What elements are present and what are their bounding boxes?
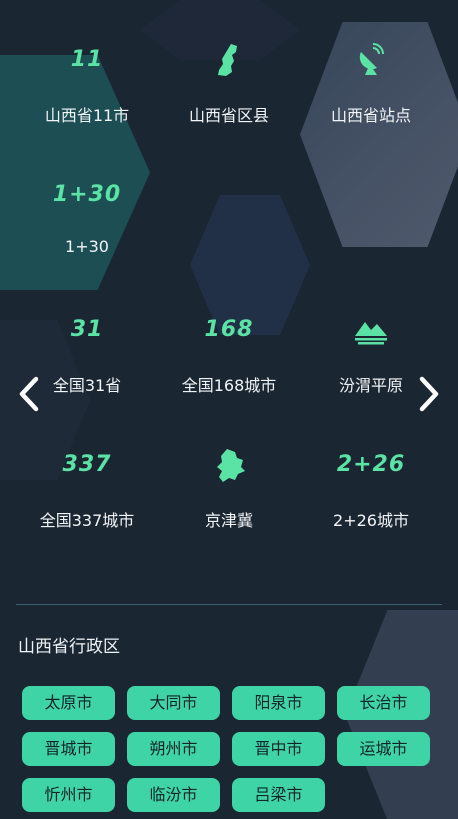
tile-value: 168	[204, 317, 254, 342]
tile-national-168[interactable]: 168 全国168城市	[158, 310, 300, 396]
city-chip[interactable]: 长治市	[337, 686, 430, 720]
tile-1-30[interactable]: 1+30 1+30	[16, 175, 158, 256]
tile-label: 山西省区县	[188, 106, 269, 125]
tile-label: 京津冀	[204, 511, 253, 530]
city-chip[interactable]: 朔州市	[127, 732, 220, 766]
tile-value: 2+26	[336, 452, 406, 477]
section-divider	[16, 604, 442, 605]
prev-arrow-icon[interactable]	[14, 376, 44, 412]
tile-label: 山西省11市	[44, 106, 130, 125]
plain-mountain-icon	[300, 310, 442, 350]
tile-2-26-cities[interactable]: 2+26 2+26城市	[300, 445, 442, 531]
city-chip[interactable]: 太原市	[22, 686, 115, 720]
tile-label: 1+30	[65, 237, 109, 256]
shanxi-map-icon	[158, 40, 300, 80]
next-arrow-icon[interactable]	[414, 376, 444, 412]
tile-label: 全国337城市	[39, 511, 135, 530]
tile-shanxi-11-cities[interactable]: 11 山西省11市	[16, 40, 158, 126]
city-chip[interactable]: 忻州市	[22, 778, 115, 812]
tile-jingjinji[interactable]: 京津冀	[158, 445, 300, 531]
tile-label: 全国168城市	[181, 376, 277, 395]
city-chip[interactable]: 吕梁市	[232, 778, 325, 812]
tile-shanxi-counties[interactable]: 山西省区县	[158, 40, 300, 126]
city-chip[interactable]: 晋中市	[232, 732, 325, 766]
tile-label: 2+26城市	[333, 511, 409, 530]
city-chip[interactable]: 阳泉市	[232, 686, 325, 720]
city-chip[interactable]: 大同市	[127, 686, 220, 720]
tile-value: 337	[62, 452, 112, 477]
tile-value: 31	[70, 317, 104, 342]
tile-national-337[interactable]: 337 全国337城市	[16, 445, 158, 531]
satellite-dish-icon	[300, 40, 442, 80]
jingjinji-map-icon	[158, 445, 300, 485]
tile-value: 1+30	[52, 182, 122, 207]
tile-shanxi-stations[interactable]: 山西省站点	[300, 40, 442, 126]
tile-value: 11	[70, 47, 104, 72]
city-chip-list: 太原市 大同市 阳泉市 长治市 晋城市 朔州市 晋中市 运城市 忻州市 临汾市 …	[22, 686, 442, 812]
section-title: 山西省行政区	[18, 637, 120, 657]
city-chip[interactable]: 晋城市	[22, 732, 115, 766]
tile-label: 山西省站点	[330, 106, 411, 125]
city-chip[interactable]: 临汾市	[127, 778, 220, 812]
city-chip[interactable]: 运城市	[337, 732, 430, 766]
